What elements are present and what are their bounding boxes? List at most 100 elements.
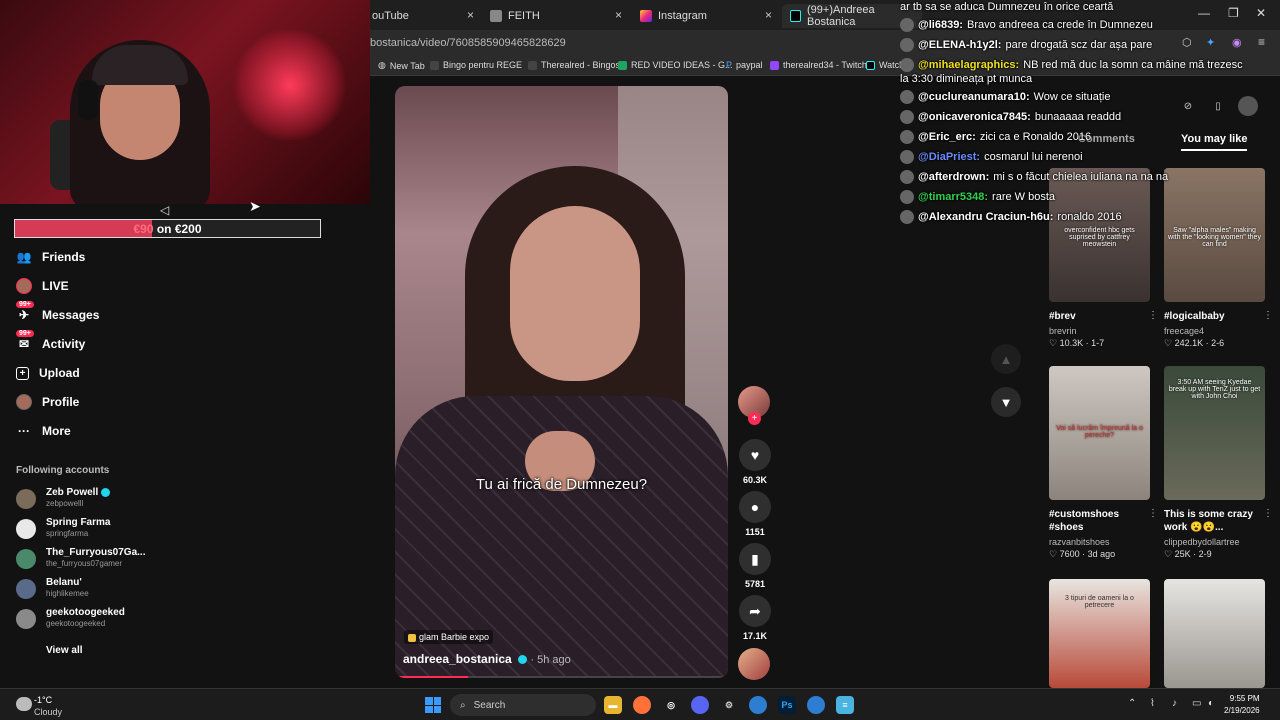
suggested-video[interactable]: Saw "alpha males" making with the "looki… (1164, 168, 1273, 349)
extensions-icon[interactable]: ⬡ (1182, 36, 1192, 49)
share-button[interactable]: ➦ (739, 595, 771, 627)
suggested-video[interactable] (1164, 579, 1265, 688)
video-author[interactable]: andreea_bostanica · 5h ago (403, 652, 571, 666)
sound-avatar[interactable] (738, 648, 770, 680)
bookmark-label: Therealred - Bingos (541, 60, 621, 70)
tiktok-page: 👥 Friends LIVE ✈ Messages 99+ ✉ Activity… (0, 0, 1280, 688)
sidebar-item-live[interactable]: LIVE (16, 275, 69, 297)
bookmark-item[interactable]: ◍ New Tab (378, 60, 425, 71)
chat-text: NB red mă duc la somn ca mâine mă trezes… (1023, 59, 1243, 71)
twitch-icon (770, 60, 779, 70)
previous-video-button[interactable]: ▲ (991, 344, 1021, 374)
windows-start-icon[interactable] (425, 697, 441, 713)
save-count: 5781 (744, 579, 766, 589)
suggested-video[interactable]: overconfident hbc gets suprised by cattf… (1049, 168, 1158, 349)
video-thumbnail[interactable]: Voi să lucrăm împreună la o pereche? (1049, 366, 1150, 500)
compass-icon[interactable]: ⊘ (1178, 96, 1198, 116)
video-thumbnail[interactable]: Saw "alpha males" making with the "looki… (1164, 168, 1265, 302)
microphone-icon[interactable]: ♪ (1172, 698, 1177, 709)
sidebar-item-friends[interactable]: 👥 Friends (16, 246, 86, 268)
sidebar-item-more[interactable]: ··· More (16, 420, 71, 442)
video-progress-bar[interactable] (395, 676, 728, 678)
sidebar-item-upload[interactable]: + Upload (16, 362, 80, 384)
taskbar-search[interactable]: ⌕ Search (450, 694, 596, 716)
activity-badge: 99+ (16, 330, 34, 337)
volume-icon[interactable]: ◐ (1208, 698, 1214, 709)
photoshop-icon[interactable]: Ps (778, 696, 796, 714)
weather-condition: Cloudy (34, 707, 63, 717)
video-thumbnail[interactable] (1164, 579, 1265, 688)
extension-icon[interactable]: ✦ (1206, 36, 1215, 49)
chrome-icon[interactable]: ◎ (662, 696, 680, 714)
messages-badge: 99+ (16, 301, 34, 308)
phone-icon[interactable]: ▯ (1208, 96, 1228, 116)
follow-plus-icon[interactable]: + (748, 412, 761, 425)
app-icon[interactable] (749, 696, 767, 714)
profile-ext-icon[interactable]: ◉ (1232, 36, 1242, 49)
save-button[interactable]: ▮ (739, 543, 771, 575)
next-video-button[interactable]: ▼ (991, 387, 1021, 417)
steam-icon[interactable]: ⚙ (720, 696, 738, 714)
app-icon[interactable] (807, 696, 825, 714)
tab-close-icon[interactable]: × (765, 8, 772, 22)
tab-you-may-like[interactable]: You may like (1181, 133, 1248, 151)
video-user[interactable]: clippedbydollartree (1164, 537, 1265, 547)
chat-message: @afterdrown: mi s o făcut chielea iuliana… (900, 168, 1168, 186)
video-user[interactable]: brevrin (1049, 326, 1150, 336)
chat-message: ar tb sa se aduca Dumnezeu în orice cear… (900, 0, 1113, 16)
bookmark-item[interactable]: therealred34 - Twitch (770, 60, 867, 70)
more-options-icon[interactable]: ⋮ (1148, 508, 1158, 519)
chevron-up-icon[interactable]: ⌃ (1128, 698, 1136, 709)
more-options-icon[interactable]: ⋮ (1148, 310, 1158, 321)
author-name[interactable]: andreea_bostanica (403, 652, 512, 666)
file-explorer-icon[interactable]: ▬ (604, 696, 622, 714)
bookmark-item[interactable]: Ppaypal (726, 60, 763, 70)
chat-text: mi s o făcut chielea iuliana na na na (993, 171, 1169, 183)
system-clock[interactable]: 9:55 PM 2/19/2026 (1224, 693, 1260, 717)
suggested-video[interactable]: 3:50 AM seeing Kyedae break up with TenZ… (1164, 366, 1273, 560)
suggested-video[interactable]: 3 tipuri de oameni la o petrecere (1049, 579, 1150, 688)
video-user[interactable]: razvanbitshoes (1049, 537, 1150, 547)
bookmark-item[interactable]: Therealred - Bingos (528, 60, 620, 70)
video-thumbnail[interactable]: 3:50 AM seeing Kyedae break up with TenZ… (1164, 366, 1265, 500)
video-thumbnail[interactable]: overconfident hbc gets suprised by cattf… (1049, 168, 1150, 302)
suggested-video[interactable]: Voi să lucrăm împreună la o pereche? #cu… (1049, 366, 1158, 560)
url-field[interactable]: bostanica/video/7608585909465828629 (370, 37, 566, 49)
like-button[interactable]: ♥ (739, 439, 771, 471)
bookmark-item[interactable]: Watch (866, 60, 904, 70)
tab-instagram[interactable]: Instagram × (632, 4, 778, 28)
sidebar-item-profile[interactable]: Profile (16, 391, 79, 413)
tab-label: (99+)Andreea Bostanica (807, 4, 875, 28)
share-count: 17.1K (742, 631, 768, 641)
chat-text: pare drogată scz dar așa pare (1005, 39, 1153, 51)
firefox-icon[interactable] (633, 696, 651, 714)
tab-youtube[interactable]: ouTube × (364, 4, 480, 28)
video-user[interactable]: freecage4 (1164, 326, 1265, 336)
display-icon[interactable]: ▭ (1192, 698, 1201, 709)
comment-button[interactable]: ● (739, 491, 771, 523)
tab-feith[interactable]: FEITH × (482, 4, 628, 28)
more-options-icon[interactable]: ⋮ (1263, 508, 1273, 519)
discord-icon[interactable] (691, 696, 709, 714)
sidebar-item-label: Activity (42, 337, 86, 351)
heart-icon: ♡ (1164, 338, 1175, 348)
temperature: -1°C (34, 695, 53, 705)
tab-close-icon[interactable]: × (467, 8, 474, 22)
view-all-link[interactable]: View all (46, 645, 83, 656)
tab-close-icon[interactable]: × (615, 8, 622, 22)
heart-icon: ♡ (1164, 549, 1175, 559)
bookmark-item[interactable]: Bingo pentru REGE (430, 60, 522, 70)
more-options-icon[interactable]: ⋮ (1263, 310, 1273, 321)
video-thumbnail[interactable]: 3 tipuri de oameni la o petrecere (1049, 579, 1150, 688)
tiktok-favicon-icon (790, 10, 801, 22)
close-window-icon[interactable]: ✕ (1256, 6, 1266, 20)
effect-tag[interactable]: glam Barbie expo (404, 630, 494, 644)
minimize-icon[interactable]: — (1198, 6, 1210, 20)
network-icon[interactable]: ⌇ (1150, 698, 1155, 709)
maximize-icon[interactable]: ❐ (1228, 6, 1239, 20)
notepad-icon[interactable]: ≡ (836, 696, 854, 714)
menu-icon[interactable]: ≡ (1258, 35, 1265, 49)
video-player[interactable]: Tu ai frică de Dumnezeu? glam Barbie exp… (395, 86, 728, 678)
user-avatar-icon[interactable] (1238, 96, 1258, 116)
bookmark-item[interactable]: RED VIDEO IDEAS - G... (618, 60, 733, 70)
